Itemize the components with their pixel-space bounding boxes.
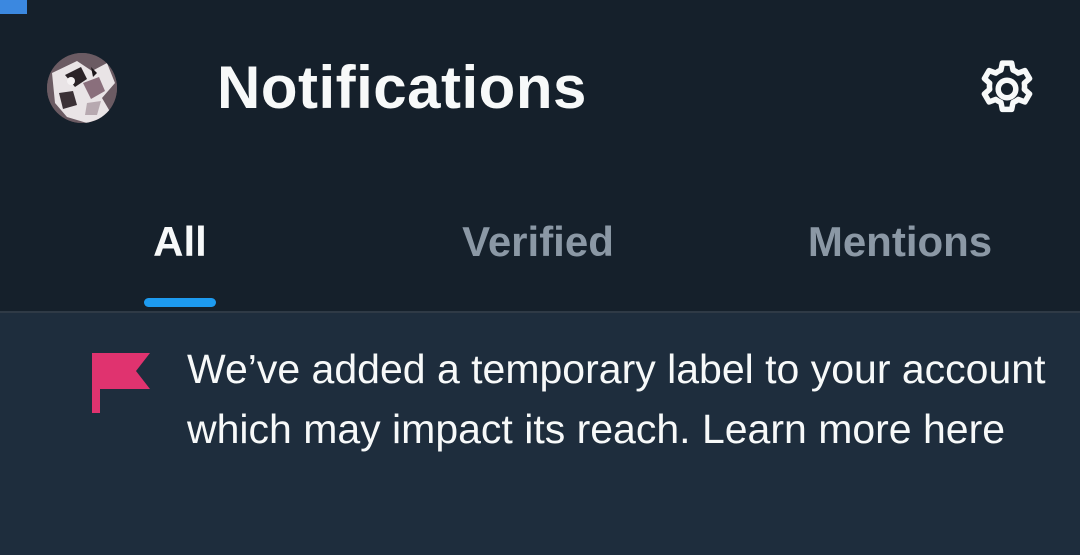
- header: Notifications: [0, 0, 1080, 175]
- tab-verified[interactable]: Verified: [418, 190, 658, 311]
- page-title: Notifications: [217, 54, 587, 121]
- flag-icon: [92, 353, 150, 413]
- tab-mentions[interactable]: Mentions: [780, 190, 1020, 311]
- notification-tabs: All Verified Mentions: [0, 190, 1080, 311]
- avatar-image: [47, 53, 117, 123]
- tab-mentions-label: Mentions: [807, 218, 993, 265]
- gear-icon: [981, 60, 1033, 113]
- tab-all-label: All: [153, 218, 207, 265]
- notifications-screen: Notifications All Verified Mentions We’v…: [0, 0, 1080, 555]
- avatar[interactable]: [47, 53, 117, 123]
- active-tab-indicator: [144, 298, 216, 307]
- tab-all[interactable]: All: [100, 190, 260, 311]
- account-label-notice[interactable]: We’ve added a temporary label to your ac…: [0, 313, 1080, 555]
- notice-text: We’ve added a temporary label to your ac…: [187, 346, 1046, 452]
- settings-button[interactable]: [968, 50, 1046, 128]
- tab-verified-label: Verified: [462, 218, 614, 265]
